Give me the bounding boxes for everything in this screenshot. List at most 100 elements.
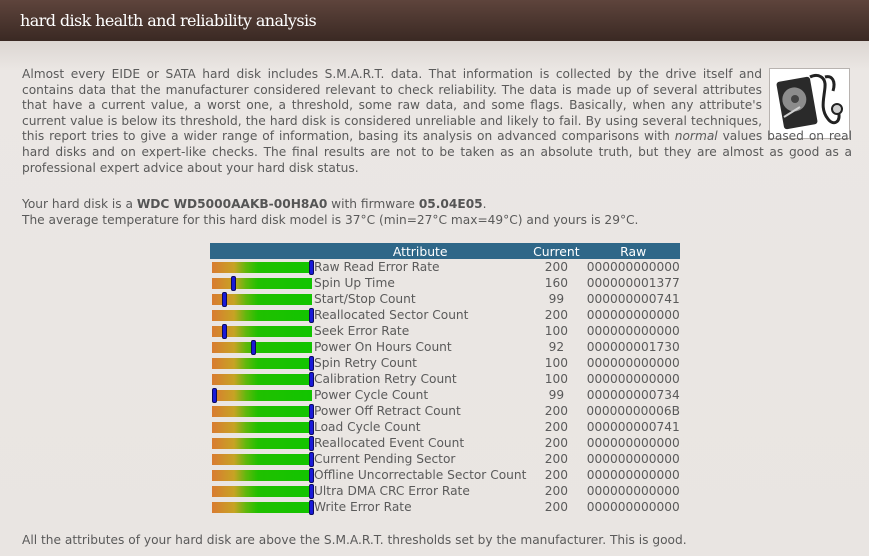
health-marker <box>309 467 314 483</box>
table-row: Offline Uncorrectable Sector Count 200 000… <box>210 467 680 483</box>
attribute-name: Current Pending Sector <box>314 452 456 466</box>
table-row: Ultra DMA CRC Error Rate 200 000000000000 <box>210 483 680 499</box>
health-bar-cell <box>210 435 314 451</box>
health-marker <box>309 435 314 451</box>
attribute-raw: 000000000000 <box>586 356 680 370</box>
attribute-name: Spin Up Time <box>314 276 395 290</box>
table-row: Write Error Rate 200 000000000000 <box>210 499 680 515</box>
intro-paragraph: Almost every EIDE or SATA hard disk incl… <box>22 67 852 176</box>
health-marker <box>221 291 227 307</box>
table-row: Seek Error Rate 100 000000000000 <box>210 323 680 339</box>
attribute-raw: 000000000000 <box>586 372 680 386</box>
health-marker <box>309 371 314 387</box>
attribute-current: 200 <box>544 420 569 434</box>
attribute-current: 200 <box>544 452 569 466</box>
attribute-name: Seek Error Rate <box>314 324 410 338</box>
health-bar-cell <box>210 275 314 291</box>
health-bar <box>212 307 314 323</box>
table-row: Reallocated Event Count 200 000000000000 <box>210 435 680 451</box>
health-bar <box>212 451 314 467</box>
attribute-raw: 000000001730 <box>586 340 680 354</box>
attribute-current: 200 <box>544 308 569 322</box>
health-bar-cell <box>210 483 314 499</box>
verdict-text: All the attributes of your hard disk are… <box>22 533 687 547</box>
health-bar-cell <box>210 323 314 339</box>
health-bar <box>212 387 312 403</box>
disk-firmware-prefix: with firmware <box>327 197 419 211</box>
header-attribute: Attribute <box>314 243 527 259</box>
health-bar <box>212 499 314 515</box>
health-bar <box>212 467 314 483</box>
health-bar-cell <box>210 387 314 403</box>
disk-firmware: 05.04E05 <box>418 197 483 211</box>
health-bar-cell <box>210 467 314 483</box>
attribute-raw: 000000000000 <box>586 308 680 322</box>
table-row: Calibration Retry Count 100 000000000000 <box>210 371 680 387</box>
health-bar <box>212 291 312 307</box>
health-marker <box>309 259 314 275</box>
title-bar: hard disk health and reliability analysi… <box>0 0 869 42</box>
health-bar <box>212 419 314 435</box>
table-row: Spin Retry Count 100 000000000000 <box>210 355 680 371</box>
disk-info: Your hard disk is a WDC WD5000AAKB-00H8A… <box>22 196 638 228</box>
health-bar-cell <box>210 259 314 275</box>
header-bar-column <box>210 243 314 259</box>
health-bar-cell <box>210 499 314 515</box>
health-bar <box>212 371 314 387</box>
attribute-current: 100 <box>544 372 569 386</box>
attribute-name: Power Cycle Count <box>314 388 429 402</box>
attribute-raw: 000000000741 <box>586 420 680 434</box>
attribute-name: Ultra DMA CRC Error Rate <box>314 484 470 498</box>
attribute-name: Start/Stop Count <box>314 292 416 306</box>
attribute-name: Offline Uncorrectable Sector Count <box>314 468 527 482</box>
attribute-current: 200 <box>544 404 569 418</box>
attribute-raw: 000000000000 <box>586 324 680 338</box>
health-bar-cell <box>210 339 314 355</box>
disk-model: WDC WD5000AAKB-00H8A0 <box>136 197 328 211</box>
attribute-name: Reallocated Event Count <box>314 436 465 450</box>
table-row: Current Pending Sector 200 000000000000 <box>210 451 680 467</box>
attribute-raw: 000000000000 <box>586 484 680 498</box>
attribute-raw: 000000000000 <box>586 260 680 274</box>
attribute-current: 200 <box>544 484 569 498</box>
disk-model-suffix: . <box>482 197 487 211</box>
attribute-name: Raw Read Error Rate <box>314 260 440 274</box>
intro-emphasis: normal <box>674 129 718 144</box>
attribute-raw: 000000000734 <box>586 388 680 402</box>
table-row: Power On Hours Count 92 000000001730 <box>210 339 680 355</box>
table-row: Power Off Retract Count 200 00000000006B <box>210 403 680 419</box>
attribute-current: 100 <box>544 356 569 370</box>
attribute-name: Load Cycle Count <box>314 420 421 434</box>
attribute-name: Calibration Retry Count <box>314 372 457 386</box>
health-bar-cell <box>210 371 314 387</box>
health-marker <box>309 499 314 515</box>
health-bar <box>212 339 312 355</box>
attribute-current: 200 <box>544 260 569 274</box>
attribute-raw: 000000001377 <box>586 276 680 290</box>
table-row: Raw Read Error Rate 200 000000000000 <box>210 259 680 275</box>
temperature-line: The average temperature for this hard di… <box>22 213 639 227</box>
attribute-raw: 000000000000 <box>586 500 680 514</box>
attribute-name: Power Off Retract Count <box>314 404 461 418</box>
page-title: hard disk health and reliability analysi… <box>20 11 317 30</box>
attribute-current: 92 <box>548 340 565 354</box>
health-marker <box>309 403 314 419</box>
disk-model-prefix: Your hard disk is a <box>22 197 137 211</box>
health-bar-cell <box>210 355 314 371</box>
attribute-current: 99 <box>548 292 565 306</box>
table-row: Spin Up Time 160 000000001377 <box>210 275 680 291</box>
table-header-row: Attribute Current Raw <box>210 243 681 259</box>
header-current: Current <box>526 243 587 259</box>
attribute-name: Power On Hours Count <box>314 340 452 354</box>
attribute-raw: 000000000000 <box>586 452 680 466</box>
table-row: Reallocated Sector Count 200 000000000000 <box>210 307 680 323</box>
attribute-current: 100 <box>544 324 569 338</box>
table-row: Start/Stop Count 99 000000000741 <box>210 291 680 307</box>
attribute-name: Reallocated Sector Count <box>314 308 469 322</box>
attribute-current: 200 <box>544 436 569 450</box>
health-marker <box>212 387 217 403</box>
health-marker <box>309 307 314 323</box>
health-bar <box>212 259 314 275</box>
header-raw: Raw <box>586 243 681 259</box>
health-bar <box>212 323 312 339</box>
